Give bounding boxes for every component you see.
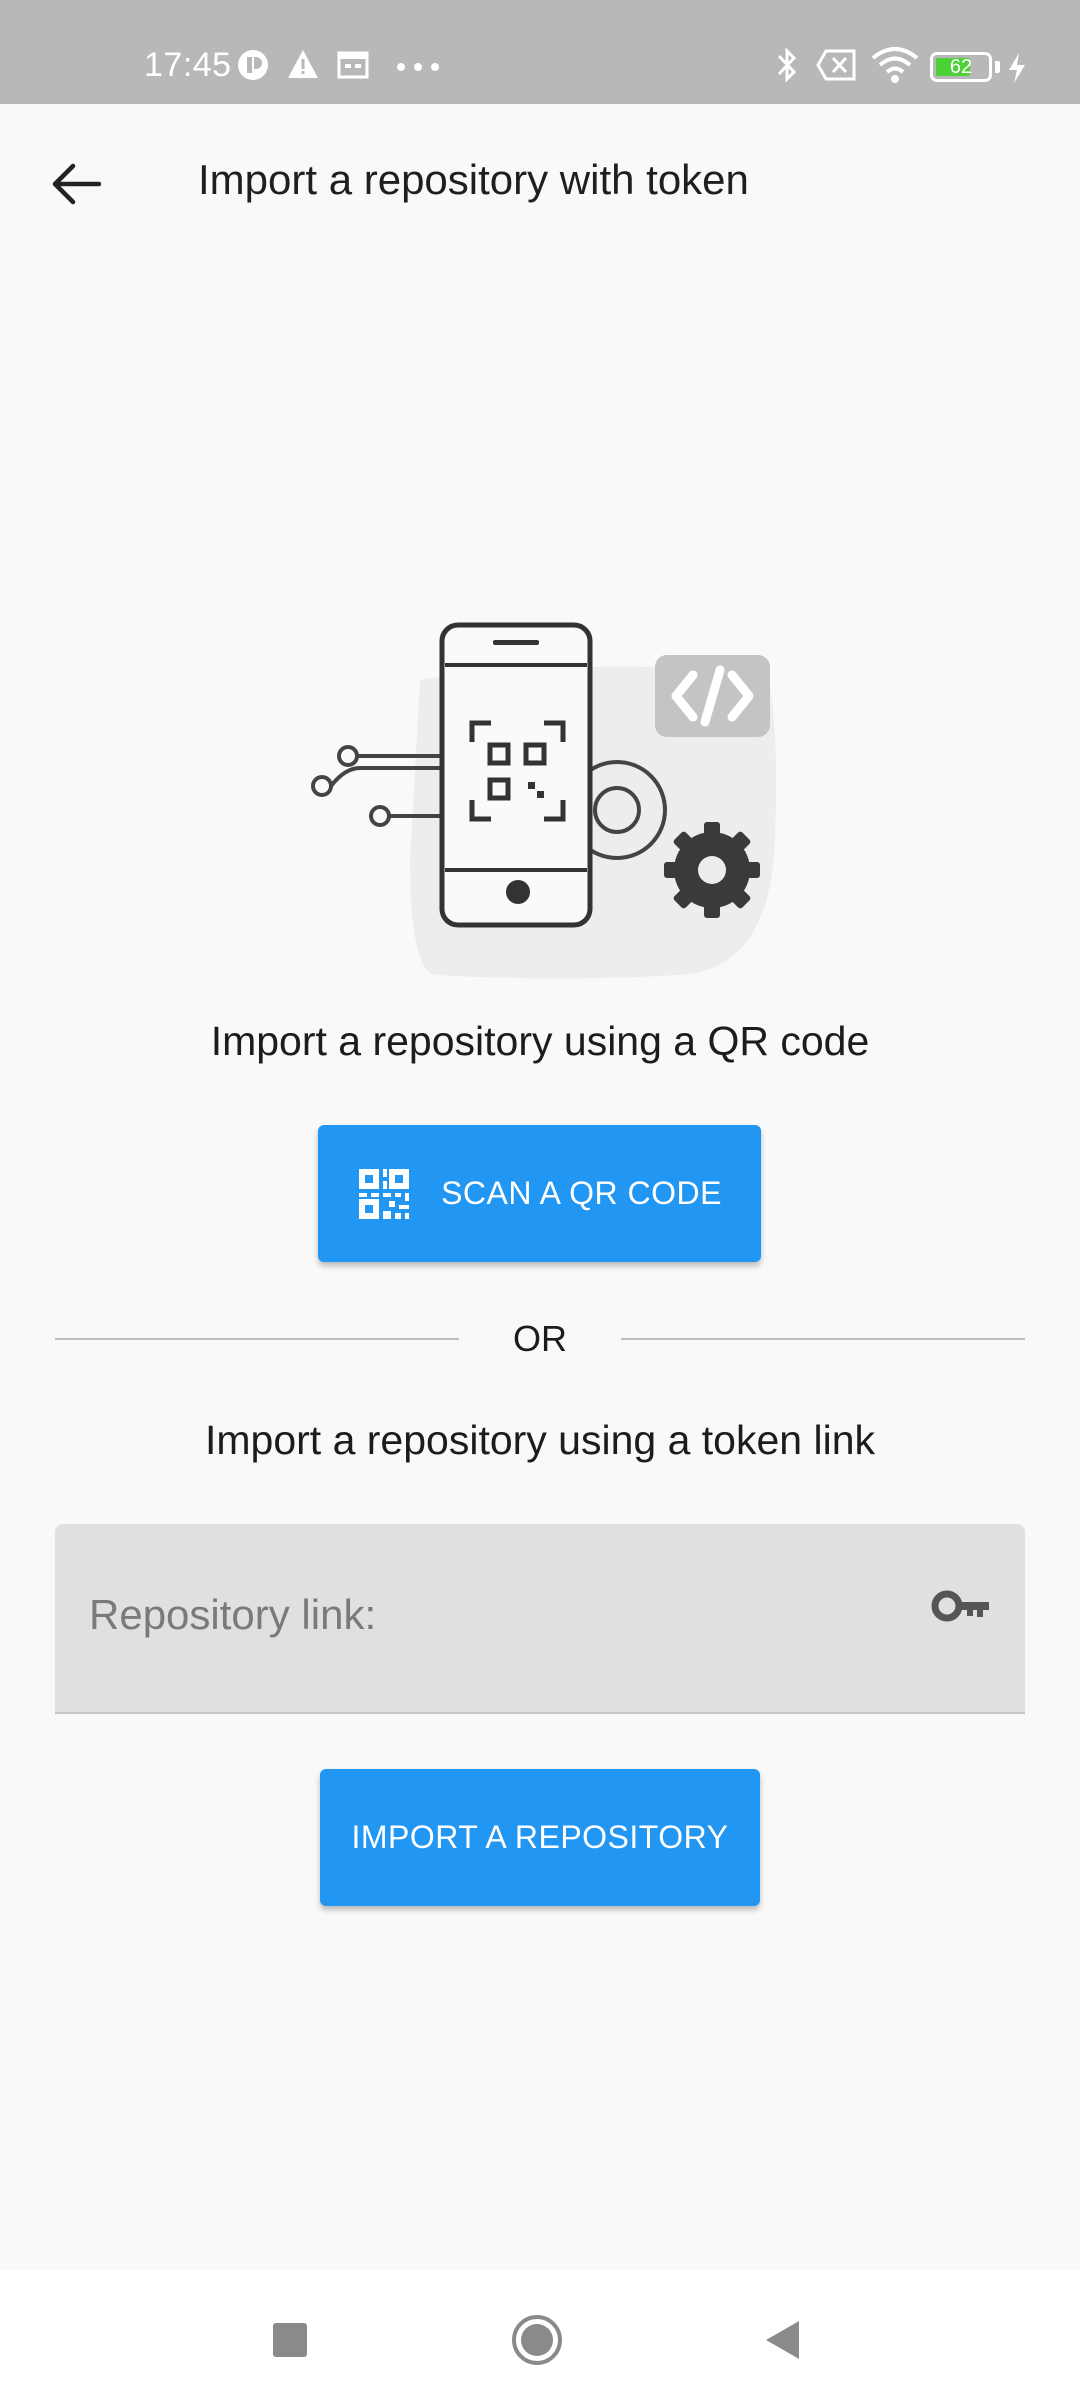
token-section-heading: Import a repository using a token link [205,1417,875,1463]
calendar-icon [337,51,369,79]
import-repository-button-label: IMPORT A REPOSITORY [351,1819,729,1855]
app-bar: Import a repository with token [0,104,1080,256]
import-repository-button[interactable]: IMPORT A REPOSITORY [320,1769,760,1906]
system-nav-bar [0,2270,1080,2400]
qr-section-heading: Import a repository using a QR code [210,1018,870,1064]
battery-level: 62 [949,56,973,78]
home-button[interactable] [507,2310,567,2370]
battery-icon: 62 [930,52,992,82]
repository-link-field[interactable] [55,1524,1025,1714]
scan-qr-button[interactable]: SCAN A QR CODE [318,1125,761,1262]
home-circle-icon [512,2315,562,2365]
wifi-icon [871,47,919,83]
status-bar: 17:45 62 [0,0,1080,104]
key-icon [931,1590,989,1622]
recents-button[interactable] [260,2310,320,2370]
qr-illustration [311,622,776,979]
bluetooth-icon [777,47,797,83]
back-triangle-icon [766,2321,799,2359]
nav-back-button[interactable] [752,2310,812,2370]
qr-code-icon [359,1168,410,1219]
more-dots-icon [397,63,439,71]
back-button[interactable] [40,148,112,220]
page-title: Import a repository with token [198,156,749,203]
battery-tip [995,61,1000,73]
status-time: 17:45 [144,46,232,84]
phone-shape [439,622,593,928]
solid-gear [664,822,760,918]
repository-link-input[interactable] [87,1574,911,1656]
charging-icon [1009,53,1025,83]
recents-square-icon [273,2323,307,2357]
arrow-back-icon [52,163,101,205]
divider-right [621,1338,1025,1340]
circle-p-icon [238,50,268,80]
code-tag-icon [655,655,770,737]
warning-icon [288,50,318,78]
scan-qr-button-label: SCAN A QR CODE [441,1175,722,1211]
x-box-icon [816,49,856,81]
